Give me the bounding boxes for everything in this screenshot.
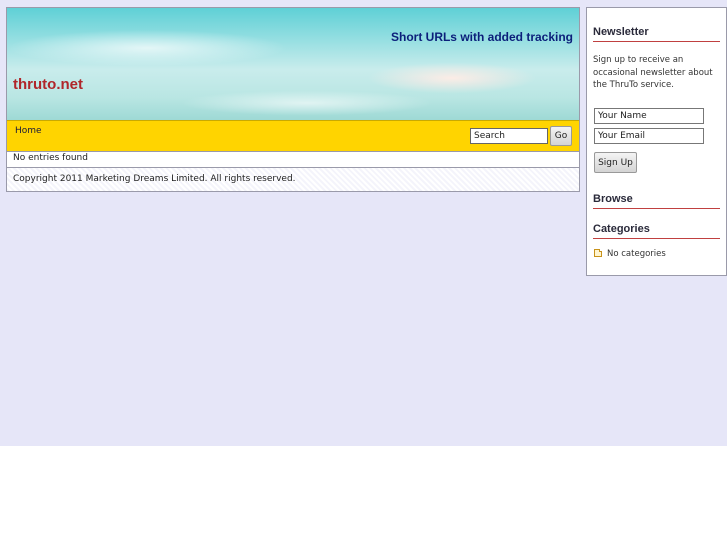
- browse-heading: Browse: [593, 193, 720, 209]
- site-title[interactable]: thruto.net: [13, 76, 83, 93]
- newsletter-heading: Newsletter: [593, 26, 720, 42]
- sidebar: Newsletter Sign up to receive an occasio…: [586, 7, 727, 276]
- nav-home-link[interactable]: Home: [15, 126, 42, 136]
- entries-area: No entries found: [7, 152, 579, 168]
- newsletter-name-input[interactable]: [594, 108, 704, 124]
- header-banner: Short URLs with added tracking thruto.ne…: [7, 8, 579, 120]
- no-categories-label: No categories: [607, 249, 666, 259]
- folder-icon: [594, 249, 602, 257]
- categories-heading: Categories: [593, 223, 720, 239]
- main-column: Short URLs with added tracking thruto.ne…: [6, 7, 580, 192]
- search-input[interactable]: [470, 128, 548, 144]
- signup-button[interactable]: Sign Up: [594, 152, 637, 173]
- site-tagline: Short URLs with added tracking: [390, 30, 573, 44]
- search-go-button[interactable]: Go: [550, 126, 572, 146]
- no-entries-message: No entries found: [13, 153, 88, 163]
- footer: Copyright 2011 Marketing Dreams Limited.…: [7, 168, 579, 191]
- navigation-bar: Home Go: [7, 120, 579, 152]
- newsletter-email-input[interactable]: [594, 128, 704, 144]
- copyright-text: Copyright 2011 Marketing Dreams Limited.…: [13, 174, 296, 184]
- newsletter-description: Sign up to receive an occasional newslet…: [593, 55, 713, 90]
